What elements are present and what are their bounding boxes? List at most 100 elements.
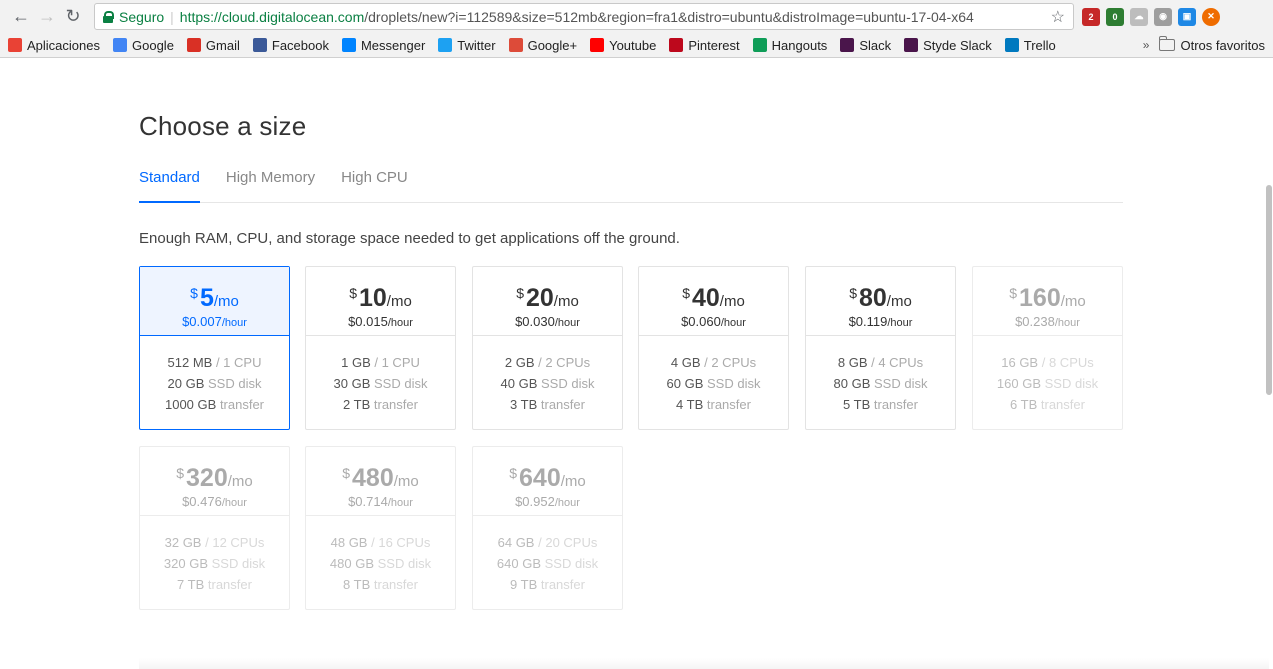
bookmark-label: Messenger [360,37,426,53]
bookmark-1[interactable]: Google [113,38,174,53]
bookmarks-more-chevron[interactable]: » [1143,38,1150,52]
monthly-price: $640/mo [473,460,622,495]
card-price: $320/mo $0.476/hour [140,447,289,516]
transfer-label: transfer [373,397,418,412]
extension-icons: 2 0 ☁ ◉ ▣ ✕ [1082,7,1220,26]
price-period: /mo [1060,293,1086,310]
bookmark-6[interactable]: Google+ [508,38,577,53]
bookmark-2[interactable]: Gmail [186,38,240,53]
hourly-price: $0.238/hour [973,315,1122,330]
bookmark-label: Youtube [609,37,657,53]
spec-memory-cpu: 2 GB / 2 CPUs [473,352,622,373]
pinterest-icon [669,38,684,52]
transfer-label: transfer [873,397,918,412]
size-card-5[interactable]: $5/mo $0.007/hour 512 MB / 1 CPU 20 GB SSD … [139,266,290,430]
hourly-unit: /hour [387,497,413,509]
price-amount: 5 [199,284,214,312]
orange-extension-icon[interactable]: ✕ [1202,7,1220,26]
memory-value: 64 GB [497,535,535,550]
spec-transfer: 7 TB transfer [140,574,289,595]
bookmark-3[interactable]: Facebook [252,38,329,53]
memory-value: 1 GB [341,355,371,370]
bookmarks-bar: Aplicaciones Google Gmail Facebook Messenger… [0,33,1273,57]
monthly-price: $320/mo [140,460,289,495]
spec-memory-cpu: 64 GB / 20 CPUs [473,532,622,553]
memory-value: 32 GB [164,535,202,550]
hourly-price: $0.714/hour [306,495,455,510]
reload-icon[interactable]: ↻ [60,4,86,30]
bookmark-0[interactable]: Aplicaciones [8,38,100,53]
tab-high-memory[interactable]: High Memory [226,168,315,203]
bookmark-7[interactable]: Youtube [590,38,656,53]
bookmark-4[interactable]: Messenger [341,37,426,53]
spec-disk: 60 GB SSD disk [639,373,788,394]
card-specs: 8 GB / 4 CPUs 80 GB SSD disk 5 TB transfer [806,336,955,415]
bookmark-label: Styde Slack [923,37,992,53]
memory-value: 8 GB [837,355,868,370]
bookmark-10[interactable]: Slack [840,38,891,53]
spec-transfer: 5 TB transfer [806,394,955,415]
forward-arrow-icon[interactable]: → [34,4,60,30]
page-scrollbar[interactable] [1266,185,1272,395]
tab-standard[interactable]: Standard [139,168,200,203]
spec-disk: 320 GB SSD disk [140,553,289,574]
bookmark-8[interactable]: Pinterest [669,37,740,53]
apps-grid-icon [8,38,22,52]
disk-value: 640 GB [496,556,541,571]
spec-transfer: 9 TB transfer [473,574,622,595]
size-card-40[interactable]: $40/mo $0.060/hour 4 GB / 2 CPUs 60 GB SSD … [638,266,789,430]
spec-memory-cpu: 16 GB / 8 CPUs [973,352,1122,373]
size-card-20[interactable]: $20/mo $0.030/hour 2 GB / 2 CPUs 40 GB SSD … [472,266,623,430]
tab-extension-icon[interactable]: ▣ [1178,7,1196,26]
address-bar[interactable]: Seguro | https://cloud.digitalocean.com /… [94,3,1074,30]
card-specs: 32 GB / 12 CPUs 320 GB SSD disk 7 TB trans… [140,516,289,595]
spec-disk: 480 GB SSD disk [306,553,455,574]
camera-extension-icon[interactable]: ◉ [1154,7,1172,26]
size-card-10[interactable]: $10/mo $0.015/hour 1 GB / 1 CPU 30 GB SSD d… [305,266,456,430]
disk-label: SSD disk [1044,376,1099,391]
hourly-price: $0.030/hour [473,315,622,330]
other-bookmarks-label[interactable]: Otros favoritos [1180,38,1265,53]
back-arrow-icon[interactable]: ← [8,4,34,30]
disk-value: 480 GB [329,556,374,571]
currency-symbol: $ [349,285,357,301]
disk-label: SSD disk [874,376,928,391]
bookmark-star-icon[interactable]: ☆ [1051,7,1065,27]
bookmark-9[interactable]: Hangouts [752,38,827,53]
spec-disk: 30 GB SSD disk [306,373,455,394]
currency-symbol: $ [849,285,857,301]
memory-value: 48 GB [330,535,368,550]
bookmark-5[interactable]: Twitter [438,38,496,53]
cloud-extension-icon[interactable]: ☁ [1130,7,1148,26]
bookmark-label: Aplicaciones [27,37,100,53]
price-amount: 640 [519,464,561,492]
price-amount: 80 [858,284,887,312]
hourly-price: $0.015/hour [306,315,455,330]
google-icon [113,38,127,52]
transfer-value: 4 TB [676,397,704,412]
spec-disk: 640 GB SSD disk [473,553,622,574]
currency-symbol: $ [342,465,351,481]
disk-label: SSD disk [707,376,761,391]
spec-transfer: 1000 GB transfer [140,394,289,415]
url-host: https://cloud.digitalocean.com [179,8,365,25]
monthly-price: $20/mo [473,280,622,315]
bookmark-11[interactable]: Styde Slack [904,38,992,53]
card-specs: 1 GB / 1 CPU 30 GB SSD disk 2 TB transfer [306,336,455,415]
memory-value: 512 MB [167,355,213,370]
secure-label: Seguro [119,8,165,25]
adblock-extension-icon[interactable]: 2 [1082,7,1100,26]
size-card-80[interactable]: $80/mo $0.119/hour 8 GB / 4 CPUs 80 GB SSD … [805,266,956,430]
cpu-value: / 2 CPUs [538,355,591,370]
bookmark-label: Pinterest [688,37,740,53]
cpu-value: / 12 CPUs [205,535,265,550]
download-extension-icon[interactable]: 0 [1106,7,1124,26]
price-period: /mo [213,293,239,310]
size-card-160: $160/mo $0.238/hour 16 GB / 8 CPUs 160 GB S… [972,266,1123,430]
hourly-amount: $0.238 [1015,314,1055,329]
transfer-value: 2 TB [343,397,371,412]
cpu-value: / 16 CPUs [371,535,431,550]
bookmark-12[interactable]: Trello [1004,38,1056,53]
tab-high-cpu[interactable]: High CPU [341,168,408,203]
monthly-price: $40/mo [639,280,788,315]
